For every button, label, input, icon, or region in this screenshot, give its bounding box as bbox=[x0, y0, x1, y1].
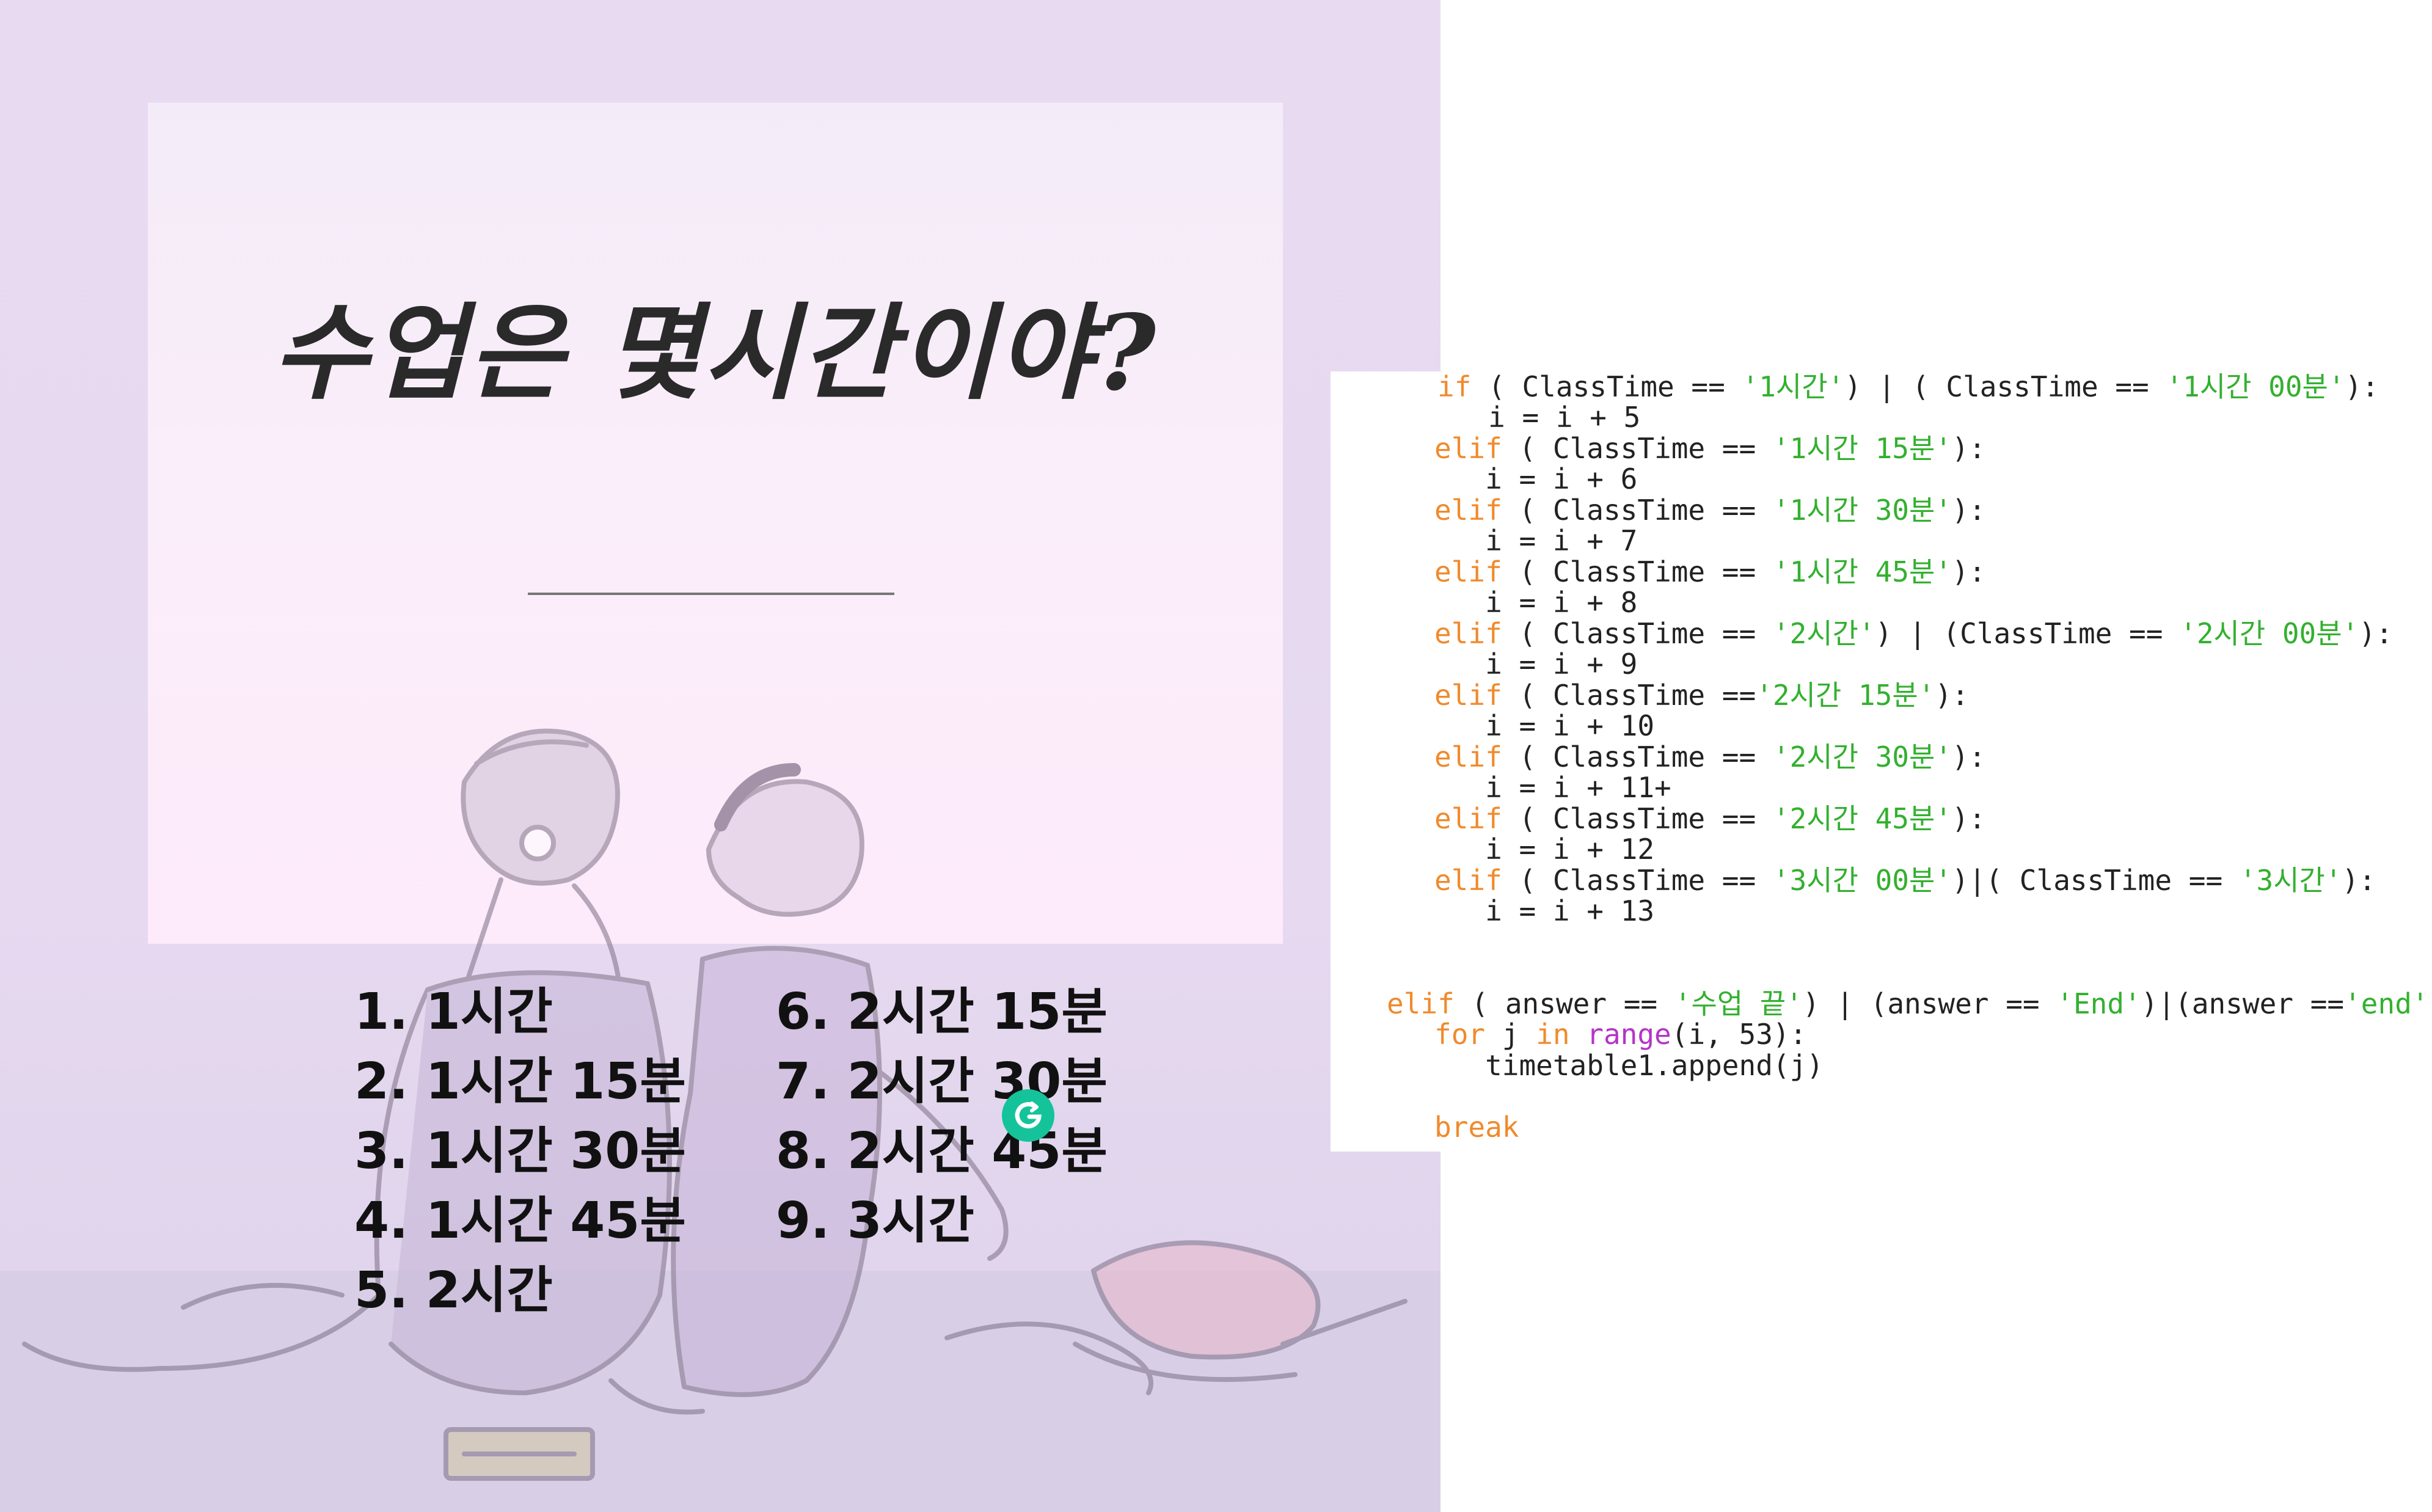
code-line: if ( ClassTime == '1시간') | ( ClassTime =… bbox=[1437, 370, 2379, 403]
option-item: 3. 1시간 30분 bbox=[354, 1122, 686, 1180]
code-line: elif ( ClassTime == '2시간 45분'): bbox=[1434, 802, 1986, 835]
option-item: 6. 2시간 15분 bbox=[776, 983, 1108, 1041]
two-people-illustration bbox=[22, 728, 1408, 1481]
code-line: for j in range(i, 53): bbox=[1434, 1018, 1807, 1051]
code-line: i = i + 5 bbox=[1437, 401, 1641, 434]
code-line: i = i + 11+ bbox=[1434, 771, 1671, 804]
answer-options-right: 6. 2시간 15분 7. 2시간 30분 8. 2시간 45분 9. 3시간 bbox=[776, 977, 1108, 1256]
option-item: 9. 3시간 bbox=[776, 1192, 974, 1250]
code-line: i = i + 9 bbox=[1434, 648, 1638, 681]
slide-title: 수업은 몇시간이야? bbox=[272, 292, 1158, 414]
code-line: i = i + 7 bbox=[1434, 524, 1638, 557]
option-item: 5. 2시간 bbox=[354, 1262, 553, 1320]
refresh-g-icon bbox=[1015, 1101, 1042, 1129]
code-line: elif ( answer == '수업 끝') | (answer == 'E… bbox=[1387, 987, 2432, 1020]
code-line: elif ( ClassTime == '2시간 30분'): bbox=[1434, 740, 1986, 773]
option-item: 8. 2시간 45분 bbox=[776, 1122, 1108, 1180]
answer-options-left: 1. 1시간 2. 1시간 15분 3. 1시간 30분 4. 1시간 45분 … bbox=[354, 977, 686, 1326]
presentation-slide: 수업은 몇시간이야? 1. 1시간 2. 1시간 15분 3. 1시간 30분 … bbox=[0, 0, 1441, 1512]
option-item: 7. 2시간 30분 bbox=[776, 1053, 1108, 1111]
code-line: elif ( ClassTime == '3시간 00분')|( ClassTi… bbox=[1434, 864, 2376, 897]
code-line: i = i + 10 bbox=[1434, 709, 1655, 742]
option-item: 1. 1시간 bbox=[354, 983, 553, 1041]
code-line: timetable1.append(j) bbox=[1434, 1049, 1824, 1082]
code-line: elif ( ClassTime == '1시간 45분'): bbox=[1434, 555, 1986, 588]
option-item: 4. 1시간 45분 bbox=[354, 1192, 686, 1250]
code-line: i = i + 6 bbox=[1434, 462, 1638, 495]
title-divider bbox=[528, 593, 894, 595]
code-line: i = i + 13 bbox=[1434, 894, 1655, 927]
code-line: elif ( ClassTime == '1시간 15분'): bbox=[1434, 432, 1986, 465]
code-line: i = i + 12 bbox=[1434, 833, 1655, 866]
option-item: 2. 1시간 15분 bbox=[354, 1053, 686, 1111]
code-panel: if ( ClassTime == '1시간') | ( ClassTime =… bbox=[1331, 371, 2432, 1152]
code-line: elif ( ClassTime =='2시간 15분'): bbox=[1434, 679, 1969, 712]
code-line: elif ( ClassTime == '1시간 30분'): bbox=[1434, 494, 1986, 527]
code-line: elif ( ClassTime == '2시간') | (ClassTime … bbox=[1434, 617, 2393, 650]
code-line: break bbox=[1434, 1111, 1519, 1144]
code-line: i = i + 8 bbox=[1434, 586, 1638, 619]
grammarly-icon[interactable] bbox=[1002, 1089, 1054, 1142]
